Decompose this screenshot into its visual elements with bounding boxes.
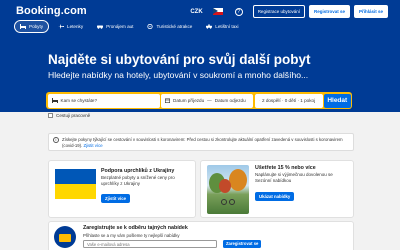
tab-attractions[interactable]: Turistické atrakce [142,20,197,33]
email-field[interactable] [83,240,217,248]
destination-input[interactable]: Kam se chystáte? [47,93,160,108]
card-text: Naplánujte si výjimečnou dovolenou se Se… [255,172,333,183]
language-flag-icon[interactable] [212,8,223,15]
card-text: Bezplatné pobyty a snížené ceny pro uprc… [101,175,175,186]
newsletter-title: Zaregistrujte se k odběru tajných nabíde… [83,225,188,231]
show-deals-button[interactable]: Ukázat nabídky [255,192,295,201]
bicycle-icon [221,195,235,205]
checkout-date: Datum odjezdu [214,98,246,103]
promo-bike-image [207,165,249,214]
destination-placeholder: Kam se chystáte? [60,98,98,103]
ukraine-support-card: Podpora uprchlíků z Ukrajiny Bezplatné p… [48,160,196,218]
hero-title: Najděte si ubytování pro svůj další poby… [48,52,311,67]
ukraine-learn-more-button[interactable]: Zjistit více [101,194,131,203]
newsletter-mail-icon [54,226,76,248]
attractions-icon [147,24,154,29]
tab-label: Letenky [67,24,84,29]
signin-button[interactable]: Přihlásit se [353,5,388,18]
register-property-button[interactable]: Registrace ubytování [252,5,305,18]
tab-label: Pobyty [29,24,44,29]
newsletter-box: Zaregistrujte se k odběru tajných nabíde… [48,221,354,250]
work-travel-label: Cestuji pracovně [56,113,91,118]
guests-selector[interactable]: 2 dospělí · 0 dětí · 1 pokoj [254,93,323,108]
seasonal-deals-card: Ušetřete 15 % nebo více Naplánujte si vý… [200,160,354,218]
tab-label: Pronájem aut [106,24,134,29]
tab-airport-taxi[interactable]: Letištní taxi [201,20,243,33]
tab-label: Letištní taxi [215,24,239,29]
bed-icon [51,98,58,103]
subscribe-button[interactable]: Zaregistrovat se [223,240,262,248]
guests-value: 2 dospělí · 0 dětí · 1 pokoj [261,98,316,103]
notice-text: Získejte pokyny týkající se cestování v … [62,137,343,148]
tab-label: Turistické atrakce [156,24,193,29]
checkbox-box[interactable] [48,113,53,118]
top-navigation: CZK ? Registrace ubytování Registrovat s… [190,5,388,18]
search-bar: Kam se chystáte? Datum příjezdu — Datum … [46,92,352,109]
tab-stays[interactable]: Pobyty [14,20,50,33]
checkin-date: Datum příjezdu [173,98,205,103]
bed-icon [20,24,26,29]
plane-icon [58,24,65,29]
card-title: Ušetřete 15 % nebo více [255,165,316,171]
booking-logo[interactable]: Booking.com [16,5,87,17]
covid-notice: i Získejte pokyny týkající se cestování … [48,133,354,151]
tab-car-rental[interactable]: Pronájem aut [92,20,138,33]
hero-subtitle: Hledejte nabídky na hotely, ubytování v … [48,70,309,80]
card-title: Podpora uprchlíků z Ukrajiny [101,168,175,174]
newsletter-text: Přihlaste se a my vám pošleme ty nejlepš… [83,233,180,238]
ukraine-flag-image [55,169,96,199]
date-separator: — [207,98,212,103]
currency-selector[interactable]: CZK [190,9,202,15]
work-travel-checkbox[interactable]: Cestuji pracovně [48,113,90,118]
car-icon [97,25,104,29]
search-button[interactable]: Hledat [324,93,351,108]
register-button[interactable]: Registrovat se [308,5,350,18]
taxi-icon [206,24,213,29]
notice-link[interactable]: Zjistit více [84,143,103,148]
date-picker[interactable]: Datum příjezdu — Datum odjezdu [161,93,253,108]
product-tabs: Pobyty Letenky Pronájem aut Turistické a… [14,20,244,33]
help-icon[interactable]: ? [234,7,243,16]
tab-flights[interactable]: Letenky [53,20,88,33]
info-icon: i [53,137,59,143]
calendar-icon [165,98,170,103]
